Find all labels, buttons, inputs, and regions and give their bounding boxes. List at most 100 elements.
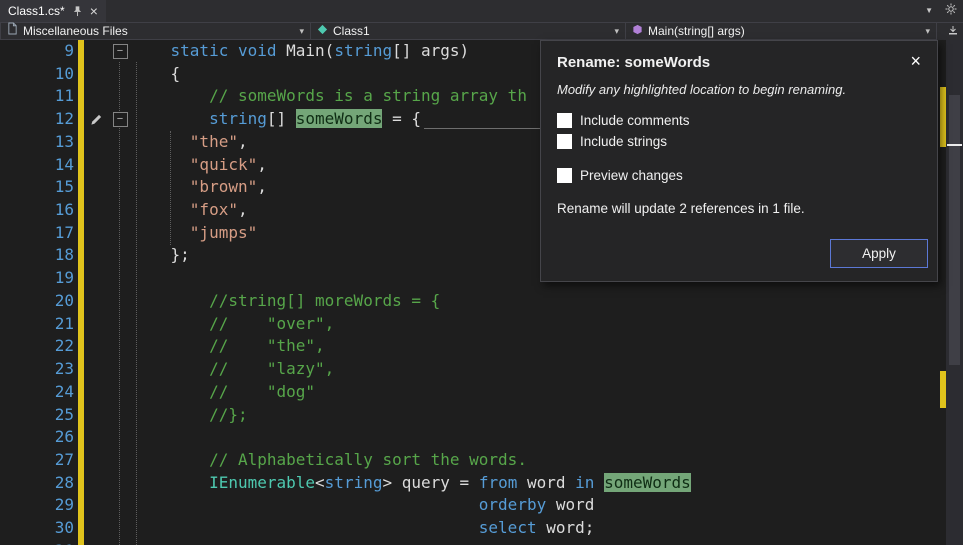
gear-icon[interactable] <box>945 2 957 20</box>
glyph-margin <box>84 426 108 449</box>
checkbox-row-include-comments[interactable]: Include comments <box>557 110 921 131</box>
checkbox-include-strings[interactable] <box>557 134 572 149</box>
code-text[interactable]: orderby word <box>132 494 946 517</box>
line-number: 18 <box>0 244 74 267</box>
code-text[interactable] <box>132 426 946 449</box>
code-text[interactable]: // Alphabetically sort the words. <box>132 449 946 472</box>
glyph-margin <box>84 40 108 63</box>
vertical-scrollbar[interactable] <box>946 40 963 545</box>
line-number: 10 <box>0 63 74 86</box>
code-text[interactable]: // "the", <box>132 335 946 358</box>
checkbox-label-include-strings: Include strings <box>580 134 667 149</box>
fold-margin <box>108 290 132 313</box>
rename-highlight[interactable]: someWords <box>296 109 383 128</box>
scrollbar-thumb[interactable] <box>949 95 960 365</box>
close-icon[interactable]: × <box>90 4 98 18</box>
checkbox-label-include-comments: Include comments <box>580 113 690 128</box>
apply-button[interactable]: Apply <box>830 239 928 268</box>
glyph-margin <box>84 404 108 427</box>
fold-margin <box>108 85 132 108</box>
file-icon <box>7 22 18 40</box>
code-text[interactable]: select word; <box>132 517 946 540</box>
glyph-margin <box>84 85 108 108</box>
code-line[interactable]: 24 // "dog" <box>0 381 946 404</box>
checkbox-label-preview-changes: Preview changes <box>580 168 683 183</box>
glyph-margin <box>84 335 108 358</box>
code-text[interactable] <box>132 540 946 545</box>
line-number: 22 <box>0 335 74 358</box>
line-number: 9 <box>0 40 74 63</box>
fold-margin <box>108 222 132 245</box>
fold-margin <box>108 313 132 336</box>
code-text[interactable]: //}; <box>132 404 946 427</box>
line-number: 13 <box>0 131 74 154</box>
fold-margin <box>108 63 132 86</box>
code-line[interactable]: 30 select word; <box>0 517 946 540</box>
rename-highlight[interactable]: someWords <box>604 473 691 492</box>
glyph-margin <box>84 290 108 313</box>
type-dropdown[interactable]: Class1 ▾ <box>310 22 626 40</box>
line-number: 28 <box>0 472 74 495</box>
member-dropdown[interactable]: Main(string[] args) ▾ <box>625 22 937 40</box>
fold-margin <box>108 426 132 449</box>
glyph-margin <box>84 517 108 540</box>
code-line[interactable]: 31 <box>0 540 946 545</box>
code-text[interactable]: // "dog" <box>132 381 946 404</box>
fold-margin <box>108 154 132 177</box>
pin-icon[interactable] <box>72 5 83 17</box>
member-dropdown-label: Main(string[] args) <box>648 24 745 38</box>
code-line[interactable]: 27 // Alphabetically sort the words. <box>0 449 946 472</box>
code-text[interactable]: // "over", <box>132 313 946 336</box>
line-number: 14 <box>0 154 74 177</box>
code-line[interactable]: 29 orderby word <box>0 494 946 517</box>
code-line[interactable]: 23 // "lazy", <box>0 358 946 381</box>
code-line[interactable]: 28 IEnumerable<string> query = from word… <box>0 472 946 495</box>
checkbox-preview-changes[interactable] <box>557 168 572 183</box>
line-number: 24 <box>0 381 74 404</box>
navigate-down-icon[interactable] <box>947 23 959 41</box>
navbar-extra-controls <box>937 22 963 40</box>
code-line[interactable]: 25 //}; <box>0 404 946 427</box>
code-line[interactable]: 26 <box>0 426 946 449</box>
code-text[interactable]: IEnumerable<string> query = from word in… <box>132 472 946 495</box>
fold-margin <box>108 404 132 427</box>
code-text[interactable]: //string[] moreWords = { <box>132 290 946 313</box>
tab-class1[interactable]: Class1.cs* × <box>0 0 106 22</box>
code-line[interactable]: 20 //string[] moreWords = { <box>0 290 946 313</box>
tab-list-chevron-icon[interactable]: ▼ <box>925 7 933 15</box>
project-dropdown-label: Miscellaneous Files <box>23 24 128 38</box>
line-number: 16 <box>0 199 74 222</box>
fold-margin <box>108 540 132 545</box>
collapse-region-button[interactable]: − <box>113 44 128 59</box>
line-number: 31 <box>0 540 74 545</box>
code-line[interactable]: 22 // "the", <box>0 335 946 358</box>
fold-margin <box>108 244 132 267</box>
class-icon <box>317 22 328 40</box>
vs-editor-window: Class1.cs* × ▼ Miscellaneous Files ▾ C <box>0 0 963 545</box>
scrollbar-caret-marker <box>947 144 962 146</box>
method-icon <box>632 22 643 40</box>
glyph-margin <box>84 244 108 267</box>
line-number: 17 <box>0 222 74 245</box>
glyph-margin <box>84 199 108 222</box>
fold-margin: − <box>108 108 132 131</box>
code-editor[interactable]: 9− static void Main(string[] args)10 {11… <box>0 40 963 545</box>
project-dropdown[interactable]: Miscellaneous Files ▾ <box>0 22 311 40</box>
glyph-margin <box>84 154 108 177</box>
collapse-region-button[interactable]: − <box>113 112 128 127</box>
fold-margin <box>108 472 132 495</box>
glyph-margin <box>84 222 108 245</box>
checkbox-include-comments[interactable] <box>557 113 572 128</box>
glyph-margin <box>84 176 108 199</box>
code-line[interactable]: 21 // "over", <box>0 313 946 336</box>
glyph-margin <box>84 472 108 495</box>
tabbar-right-controls: ▼ <box>925 2 957 20</box>
close-icon[interactable]: × <box>910 54 921 68</box>
checkbox-row-preview-changes[interactable]: Preview changes <box>557 165 921 186</box>
checkbox-row-include-strings[interactable]: Include strings <box>557 131 921 152</box>
glyph-margin <box>84 63 108 86</box>
fold-margin <box>108 517 132 540</box>
fold-margin <box>108 335 132 358</box>
code-text[interactable]: // "lazy", <box>132 358 946 381</box>
dialog-title: Rename: someWords <box>557 54 710 71</box>
